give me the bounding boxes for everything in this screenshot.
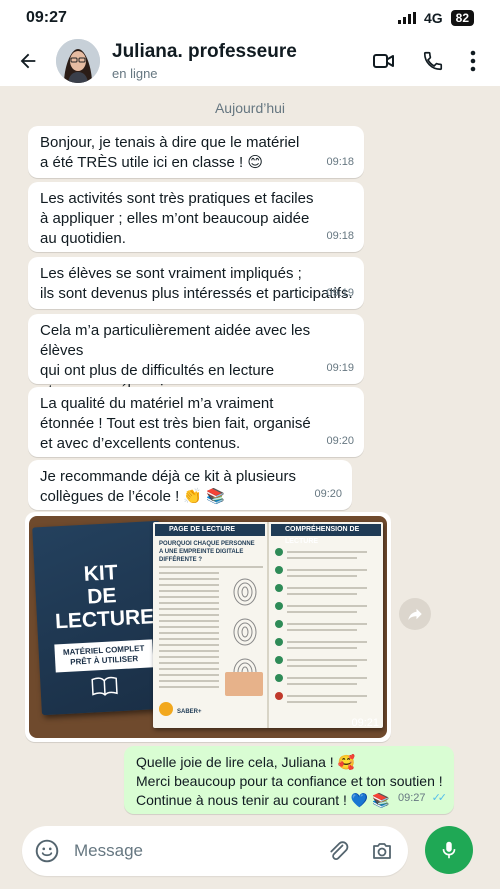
message-time: 09:20: [314, 488, 342, 500]
hand-illustration: [225, 672, 263, 696]
battery-icon: 82: [450, 10, 474, 26]
forward-button[interactable]: [399, 598, 431, 630]
contact-info[interactable]: Juliana. professeure en ligne: [112, 41, 372, 81]
phone-icon[interactable]: [422, 50, 444, 72]
cover-title: KIT DE LECTURE: [54, 561, 155, 634]
message-bubble[interactable]: Les activités sont très pratiques et fac…: [28, 182, 364, 252]
day-separator: Aujourd’hui: [214, 100, 286, 116]
emoji-icon: [35, 839, 59, 863]
message-time: 09:27: [397, 792, 426, 804]
image-time: 09:21: [351, 717, 379, 729]
message-time: 09:19: [326, 287, 354, 299]
camera-icon[interactable]: [370, 839, 394, 863]
brand-name: SABER+: [177, 709, 202, 715]
network-label: 4G: [423, 10, 443, 26]
emoji-button[interactable]: [24, 838, 70, 864]
chat-area[interactable]: Aujourd’hui Bonjour, je tenais à dire qu…: [0, 86, 500, 820]
avatar-photo: [56, 39, 100, 83]
message-bubble[interactable]: Cela m’a particulièrement aidée avec les…: [28, 314, 364, 399]
read-receipt-icon: ✓✓: [431, 792, 448, 804]
page-text-title: POURQUOI CHAQUE PERSONNE A UNE EMPREINTE…: [159, 541, 255, 563]
message-time: 09:20: [326, 435, 354, 447]
message-bubble[interactable]: La qualité du matériel m’a vraiment éton…: [28, 387, 364, 457]
back-arrow-icon: [20, 53, 36, 69]
image-attachment[interactable]: KIT DE LECTURE MATÉRIEL COMPLET PRÊT À U…: [29, 516, 387, 738]
book-spine: [267, 522, 269, 728]
video-call-icon[interactable]: [372, 49, 396, 73]
status-bar: 09:27 4G 82: [0, 0, 500, 36]
chat-header: Juliana. professeure en ligne: [0, 36, 500, 86]
message-meta: 09:27 ✓✓: [397, 788, 448, 808]
contact-status: en ligne: [112, 66, 158, 81]
message-composer: [0, 820, 500, 889]
voice-message-button[interactable]: [425, 826, 473, 874]
message-time: 09:18: [326, 230, 354, 242]
composer-tools: [326, 839, 408, 863]
book-cover: KIT DE LECTURE MATÉRIEL COMPLET PRÊT À U…: [32, 520, 170, 716]
message-text: La qualité du matériel m’a vraiment éton…: [40, 395, 311, 452]
status-indicators: 4G 82: [397, 10, 474, 26]
left-page-header: PAGE DE LECTURE: [155, 524, 265, 536]
status-time: 09:27: [26, 9, 67, 26]
right-page-header: COMPRÉHENSION DE LECTURE: [271, 524, 381, 545]
message-text: Les élèves se sont vraiment impliqués ; …: [40, 265, 353, 302]
message-text: Les activités sont très pratiques et fac…: [40, 190, 314, 247]
image-message[interactable]: KIT DE LECTURE MATÉRIEL COMPLET PRÊT À U…: [25, 512, 391, 742]
mic-icon: [442, 841, 456, 859]
message-time: 09:19: [326, 362, 354, 374]
contact-name: Juliana. professeure: [112, 41, 297, 62]
message-bubble[interactable]: Je recommande déjà ce kit à plusieurs co…: [28, 460, 352, 510]
outgoing-message-bubble[interactable]: Quelle joie de lire cela, Juliana ! 🥰 Me…: [124, 746, 454, 814]
book-icon: [91, 676, 118, 696]
message-text: Je recommande déjà ce kit à plusieurs co…: [40, 468, 296, 505]
avatar[interactable]: [56, 39, 100, 83]
message-input-container: [22, 826, 408, 876]
message-bubble[interactable]: Bonjour, je tenais à dire que le matérie…: [28, 126, 364, 178]
message-time: 09:18: [326, 156, 354, 168]
cover-subtitle: MATÉRIEL COMPLET PRÊT À UTILISER: [54, 639, 154, 673]
signal-icon: [397, 12, 416, 24]
attach-icon[interactable]: [326, 839, 350, 863]
more-options-icon[interactable]: [470, 50, 476, 72]
message-text: Bonjour, je tenais à dire que le matérie…: [40, 134, 300, 171]
header-actions: [372, 49, 500, 73]
open-book: PAGE DE LECTURE COMPRÉHENSION DE LECTURE…: [153, 522, 383, 728]
brand-logo-icon: [159, 702, 173, 716]
message-bubble[interactable]: Les élèves se sont vraiment impliqués ; …: [28, 257, 364, 309]
forward-icon: [408, 608, 422, 620]
back-button[interactable]: [0, 50, 56, 72]
message-input[interactable]: [74, 841, 326, 861]
